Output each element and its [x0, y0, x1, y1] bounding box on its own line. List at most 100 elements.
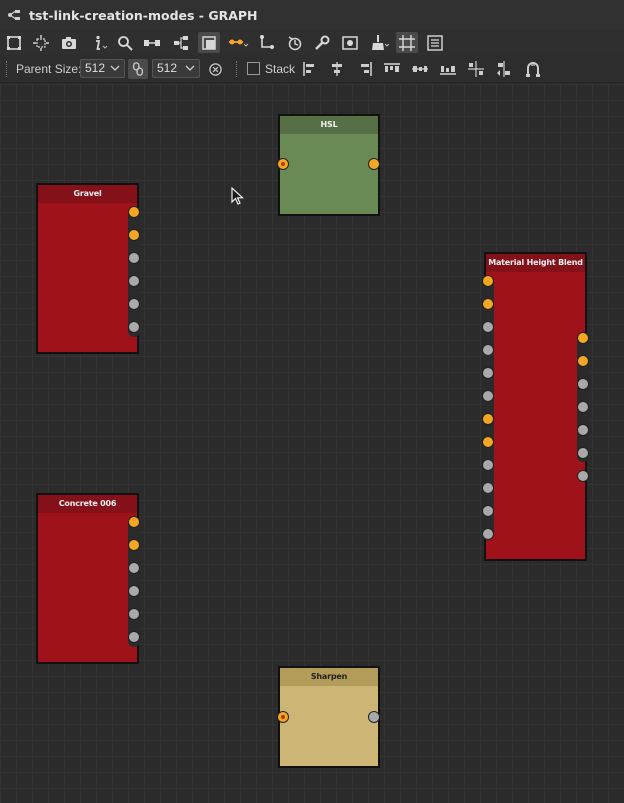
- output-port[interactable]: [128, 516, 140, 528]
- input-port[interactable]: [482, 436, 494, 448]
- output-port[interactable]: [128, 608, 140, 620]
- parent-size-x-select[interactable]: 512: [80, 59, 125, 78]
- output-port[interactable]: [128, 298, 140, 310]
- node-hsl[interactable]: HSL: [277, 114, 380, 216]
- output-port[interactable]: [128, 562, 140, 574]
- camera-icon: [62, 36, 76, 49]
- output-port[interactable]: [128, 229, 140, 241]
- display-mode-button[interactable]: [198, 32, 220, 53]
- output-port[interactable]: [128, 585, 140, 597]
- output-port[interactable]: [368, 158, 380, 170]
- link-sizes-button[interactable]: [128, 59, 148, 79]
- input-port[interactable]: [482, 413, 494, 425]
- stack-label: Stack: [265, 62, 296, 76]
- align-middle-icon: [412, 66, 428, 72]
- node-link-icon: [144, 39, 160, 46]
- wrench-icon: [315, 35, 330, 50]
- output-port[interactable]: [577, 424, 589, 436]
- graph-canvas[interactable]: HSL Gravel Material Height Blend Concret…: [0, 84, 624, 803]
- node-link-button[interactable]: [141, 32, 163, 53]
- input-port[interactable]: [277, 711, 289, 723]
- output-port[interactable]: [128, 206, 140, 218]
- node-concrete-006[interactable]: Concrete 006: [36, 493, 140, 664]
- output-port[interactable]: [128, 539, 140, 551]
- stack-checkbox[interactable]: [247, 62, 260, 75]
- parent-size-y-select[interactable]: 512: [152, 59, 200, 78]
- output-port[interactable]: [577, 447, 589, 459]
- tools-button[interactable]: [311, 32, 333, 53]
- output-port[interactable]: [128, 631, 140, 643]
- input-port[interactable]: [482, 275, 494, 287]
- align-right-icon: [361, 62, 372, 76]
- hierarchy-button[interactable]: [170, 32, 192, 53]
- snap-grid-button[interactable]: [396, 32, 418, 53]
- title-bar: tst-link-creation-modes - GRAPH: [0, 0, 624, 30]
- info-icon: [96, 35, 108, 50]
- output-port[interactable]: [368, 711, 380, 723]
- align-bottom-button[interactable]: [438, 59, 458, 79]
- reset-icon: [208, 62, 222, 76]
- connector-button[interactable]: [256, 32, 278, 53]
- fit-view-icon: [33, 34, 49, 51]
- list-icon: [427, 34, 443, 51]
- input-port[interactable]: [482, 528, 494, 540]
- screenshot-button[interactable]: [58, 32, 80, 53]
- input-port[interactable]: [482, 505, 494, 517]
- output-port[interactable]: [128, 252, 140, 264]
- distribute-horizontal-icon: [468, 61, 484, 77]
- input-port[interactable]: [482, 390, 494, 402]
- toolbar-grip[interactable]: [6, 61, 8, 77]
- fit-view-button[interactable]: [30, 32, 52, 53]
- magnet-icon: [526, 62, 540, 77]
- input-port[interactable]: [277, 158, 289, 170]
- node-material-height-blend[interactable]: Material Height Blend: [482, 252, 589, 561]
- output-port[interactable]: [577, 470, 589, 482]
- node-gravel[interactable]: Gravel: [36, 183, 140, 354]
- list-button[interactable]: [424, 32, 446, 53]
- input-port[interactable]: [482, 459, 494, 471]
- align-left-button[interactable]: [300, 59, 320, 79]
- output-port[interactable]: [577, 355, 589, 367]
- node-title: Gravel: [38, 185, 137, 203]
- parent-size-y-value: 512: [157, 61, 178, 75]
- options-bar: Parent Size: 512 512 Stack: [0, 55, 624, 83]
- output-port-rail: [577, 334, 589, 462]
- info-button[interactable]: [88, 32, 110, 53]
- window-title: tst-link-creation-modes - GRAPH: [29, 7, 258, 23]
- broom-icon: [372, 34, 390, 50]
- distribute-vertical-button[interactable]: [494, 59, 514, 79]
- reset-size-button[interactable]: [206, 59, 224, 79]
- align-right-button[interactable]: [355, 59, 375, 79]
- frame-button[interactable]: [3, 32, 25, 53]
- history-button[interactable]: [284, 32, 306, 53]
- input-port[interactable]: [482, 367, 494, 379]
- toolbar-grip[interactable]: [236, 61, 238, 77]
- link-icon: [132, 62, 144, 76]
- snap-button[interactable]: [523, 59, 543, 79]
- link-style-button[interactable]: [226, 32, 252, 53]
- output-port[interactable]: [128, 275, 140, 287]
- search-button[interactable]: [114, 32, 136, 53]
- distribute-vertical-icon: [497, 61, 510, 77]
- distribute-horizontal-button[interactable]: [466, 59, 486, 79]
- align-top-button[interactable]: [382, 59, 402, 79]
- output-port[interactable]: [128, 321, 140, 333]
- output-port[interactable]: [577, 378, 589, 390]
- clean-button[interactable]: [367, 32, 393, 53]
- preview-button[interactable]: [339, 32, 361, 53]
- graph-icon: [8, 10, 20, 20]
- align-center-button[interactable]: [327, 59, 347, 79]
- align-middle-button[interactable]: [410, 59, 430, 79]
- input-port[interactable]: [482, 321, 494, 333]
- output-port[interactable]: [577, 332, 589, 344]
- input-port[interactable]: [482, 298, 494, 310]
- node-title: Concrete 006: [38, 495, 137, 513]
- chevron-down-icon: [110, 65, 120, 71]
- frame-icon: [7, 35, 21, 50]
- output-port[interactable]: [577, 401, 589, 413]
- input-port[interactable]: [482, 344, 494, 356]
- node-sharpen[interactable]: Sharpen: [277, 666, 380, 768]
- search-icon: [118, 35, 133, 51]
- input-port-rail: [482, 278, 494, 540]
- input-port[interactable]: [482, 482, 494, 494]
